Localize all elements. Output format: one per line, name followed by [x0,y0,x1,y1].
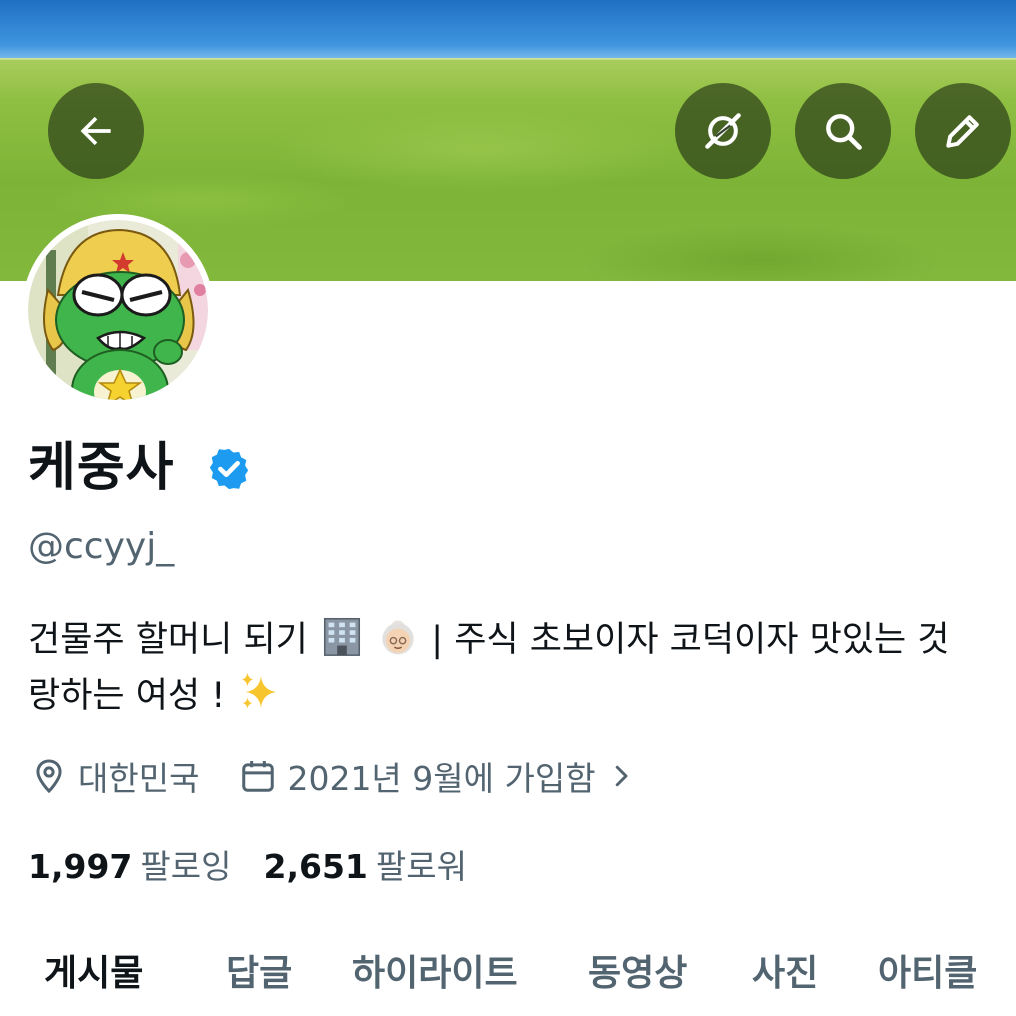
tab-highlights[interactable]: 하이라이트 [352,944,518,1004]
banner-sky [0,0,1016,64]
bio-text-2: 랑하는 여성 ! [28,676,226,716]
location-pin-icon [36,759,62,794]
avatar-image [28,220,208,400]
verified-badge-icon [209,448,249,490]
tab-photos[interactable]: 사진 [752,944,818,1004]
joined-date[interactable]: 2021년 9월에 가입함 [287,752,595,800]
following-label: 팔로잉 [140,847,232,886]
following-link[interactable]: 1,997 팔로잉 [28,840,231,888]
pencil-icon [946,115,979,148]
office-building-emoji-icon [323,617,361,656]
grok-icon [705,113,741,149]
following-count: 1,997 [28,847,133,886]
calendar-icon [242,760,275,792]
arrow-left-icon [80,116,111,146]
tab-posts[interactable]: 게시물 [44,944,143,1004]
search-button[interactable] [795,83,891,179]
bio-text-1b: | 주식 초보이자 코덕이자 맛있는 것 [431,620,950,660]
tab-articles[interactable]: 아티클 [878,944,977,1004]
chevron-right-icon[interactable] [606,761,636,791]
profile-bio: 건물주 할머니 되기 | 주식 초보이자 코덕이자 맛있는 것 랑하는 여성 ! [28,612,1016,724]
location-text: 대한민국 [78,759,200,798]
profile-meta: 대한민국 2021년 9월에 가입함 [30,752,636,800]
bio-text-1a: 건물주 할머니 되기 [28,620,308,660]
sparkles-emoji-icon [242,672,277,709]
back-button[interactable] [48,83,144,179]
search-icon [826,114,862,150]
followers-link[interactable]: 2,651 팔로워 [263,840,466,888]
user-handle: @ccyyj_ [28,526,175,567]
bio-line-2: 랑하는 여성 ! [28,668,1016,724]
grok-button[interactable] [675,83,771,179]
bio-line-1: 건물주 할머니 되기 | 주식 초보이자 코덕이자 맛있는 것 [28,612,1016,668]
old-woman-emoji-icon [382,620,414,655]
avatar[interactable] [22,214,214,406]
display-name: 케중사 [28,438,175,498]
follow-stats: 1,997 팔로잉 2,651 팔로워 [28,838,467,890]
tab-videos[interactable]: 동영상 [588,944,687,1004]
followers-label: 팔로워 [375,847,467,886]
tab-replies[interactable]: 답글 [226,944,292,1004]
edit-profile-button[interactable] [915,83,1011,179]
followers-count: 2,651 [263,847,368,886]
profile-tabs: 게시물 답글 하이라이트 동영상 사진 아티클 [0,944,1016,1016]
